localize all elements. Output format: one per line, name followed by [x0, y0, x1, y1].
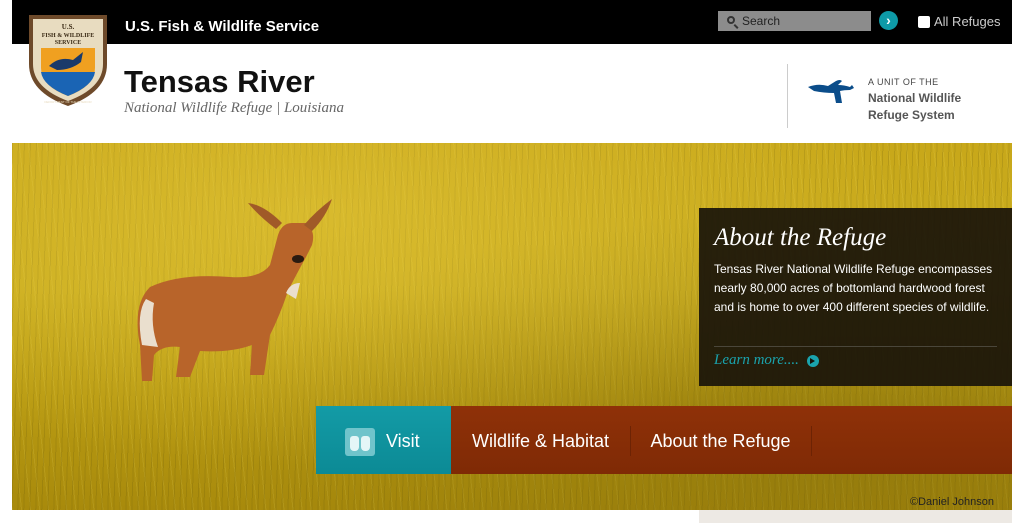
nav-separator: [811, 426, 812, 456]
nav-wildlife-habitat[interactable]: Wildlife & Habitat: [451, 406, 630, 474]
nav-visit-label: Visit: [386, 431, 420, 451]
logo-text-line2: FISH & WILDLIFE: [42, 33, 95, 39]
learn-more-link[interactable]: Learn more....: [714, 352, 819, 369]
learn-more-label: Learn more....: [714, 352, 799, 368]
nwrs-name-line2[interactable]: Refuge System: [868, 108, 955, 122]
about-text: Tensas River National Wildlife Refuge en…: [714, 262, 993, 314]
nwrs-unit-label: A UNIT OF THE: [868, 77, 939, 87]
bottom-strip: [699, 510, 1012, 523]
photo-credit: ©Daniel Johnson: [910, 496, 994, 508]
usfws-shield-logo[interactable]: U.S. FISH & WILDLIFE SERVICE DEPARTMENT …: [27, 12, 109, 108]
all-refuges-label: All Refuges: [934, 14, 1001, 29]
search-input[interactable]: [742, 11, 866, 31]
top-bar: U.S. Fish & Wildlife Service › All Refug…: [12, 0, 1012, 44]
nwrs-name-line1[interactable]: National Wildlife: [868, 91, 961, 105]
logo-text-line1: U.S.: [62, 23, 75, 31]
chevron-right-icon: ›: [886, 12, 891, 28]
logo-text-line3: SERVICE: [55, 40, 81, 46]
nav-wildlife-label: Wildlife & Habitat: [471, 431, 610, 451]
nav-about-label: About the Refuge: [650, 431, 791, 451]
page-subtitle: National Wildlife Refuge | Louisiana: [124, 100, 344, 116]
search-box: [718, 11, 871, 31]
blue-goose-icon[interactable]: [806, 77, 856, 107]
search-icon: [727, 16, 735, 24]
search-go-button[interactable]: ›: [879, 11, 898, 30]
arrow-right-icon: [806, 354, 819, 367]
nwrs-divider: [787, 64, 788, 128]
page-title[interactable]: Tensas River: [124, 64, 315, 100]
agency-name[interactable]: U.S. Fish & Wildlife Service: [125, 18, 319, 35]
nav-visit[interactable]: Visit: [316, 406, 451, 474]
about-panel: About the Refuge Tensas River National W…: [699, 208, 1012, 386]
deer-image: [137, 199, 332, 381]
all-refuges-checkbox[interactable]: [918, 15, 930, 28]
main-nav: Visit Wildlife & Habitat About the Refug…: [316, 406, 1012, 474]
nav-about-refuge[interactable]: About the Refuge: [630, 406, 811, 474]
about-title: About the Refuge: [714, 224, 887, 251]
all-refuges-option[interactable]: All Refuges: [918, 14, 1000, 29]
binoculars-icon: [345, 428, 375, 456]
logo-text-bottom: DEPARTMENT OF THE INTERIOR: [44, 100, 92, 104]
about-divider: [714, 346, 997, 347]
